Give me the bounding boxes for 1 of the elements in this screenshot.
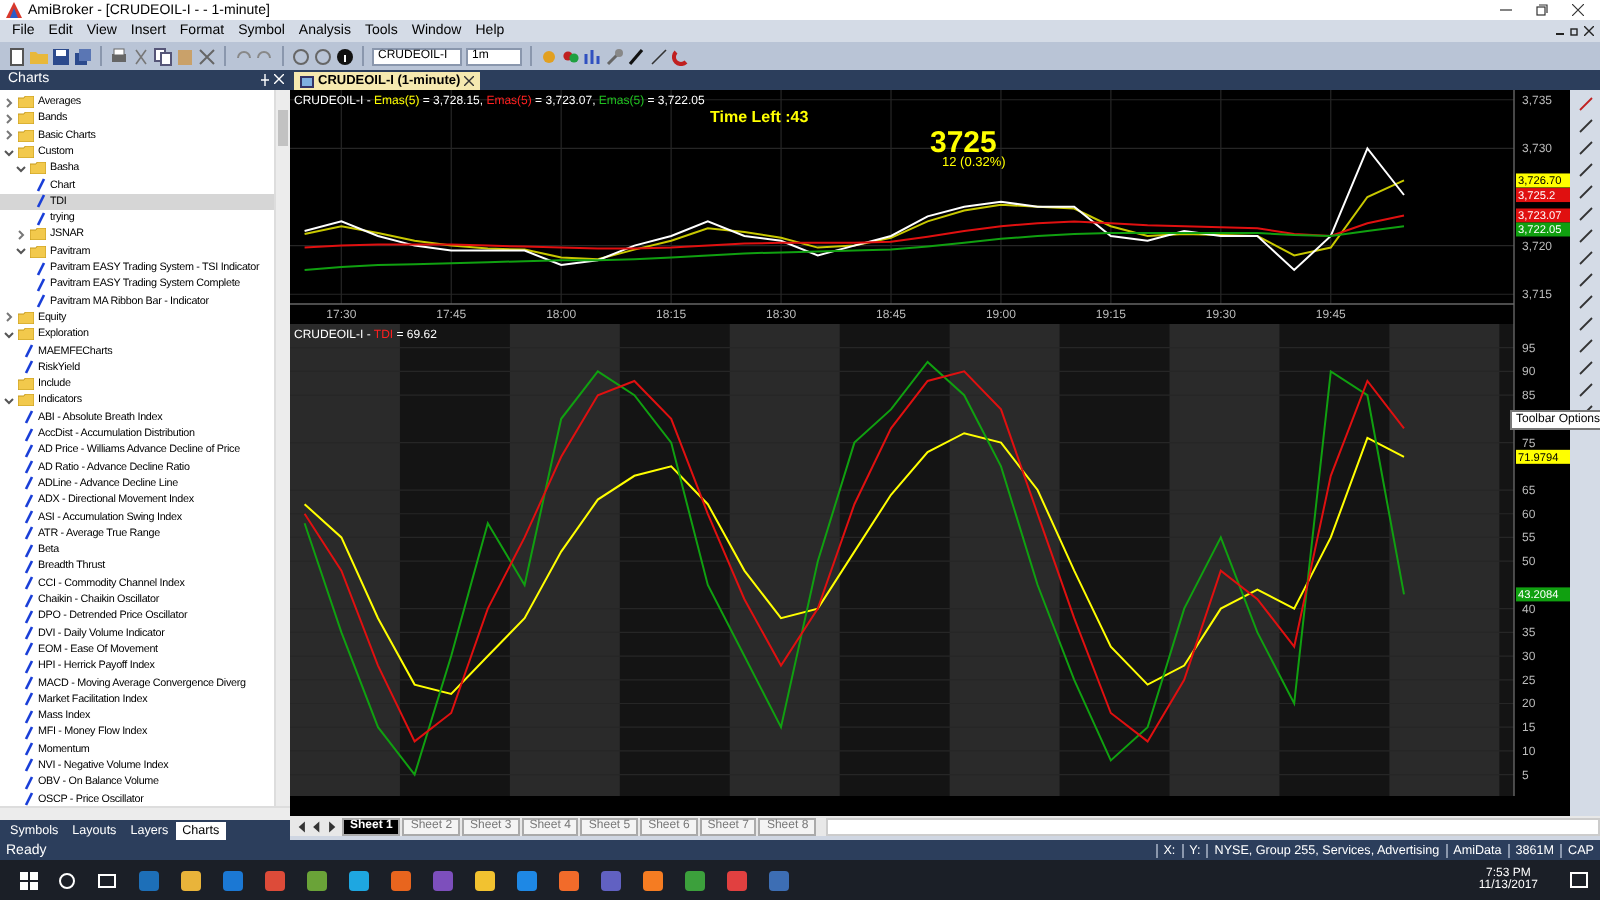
time-left-label: Time Left :43	[710, 108, 809, 126]
